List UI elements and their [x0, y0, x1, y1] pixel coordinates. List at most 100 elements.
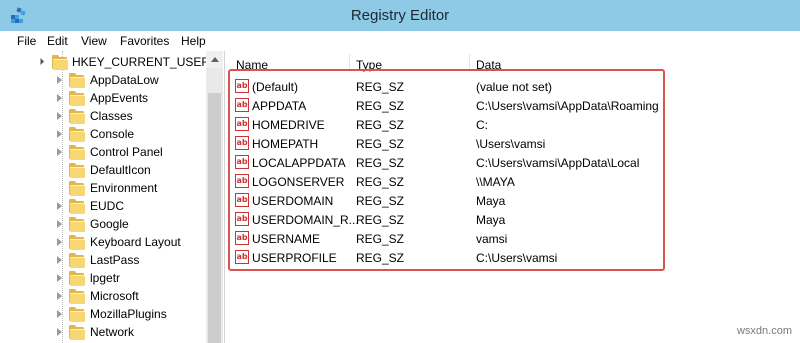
menu-help[interactable]: Help [181, 34, 206, 48]
column-divider[interactable] [469, 54, 470, 71]
tree-item[interactable]: Network [0, 323, 206, 341]
string-value-icon: ab [235, 79, 249, 93]
folder-icon [69, 217, 85, 232]
value-data-cell: (value not set) [476, 80, 553, 94]
registry-value-row[interactable]: ab USERPROFILE REG_SZ C:\Users\vamsi [233, 248, 673, 267]
folder-icon [69, 325, 85, 340]
folder-icon [69, 235, 85, 250]
registry-value-row[interactable]: ab LOGONSERVER REG_SZ \\MAYA [233, 172, 673, 191]
value-data-cell: Maya [476, 194, 506, 208]
folder-icon [69, 253, 85, 268]
tree-item[interactable]: DefaultIcon [0, 161, 206, 179]
value-data-cell: \\MAYA [476, 175, 515, 189]
collapse-arrow-icon[interactable] [36, 57, 45, 66]
expand-arrow-icon[interactable] [57, 94, 62, 102]
value-type-cell: REG_SZ [356, 175, 405, 189]
folder-icon [69, 307, 85, 322]
tree-item[interactable]: Console [0, 125, 206, 143]
tree-item-label: Keyboard Layout [90, 235, 181, 249]
value-name-cell: HOMEPATH [252, 137, 319, 151]
value-type-cell: REG_SZ [356, 232, 405, 246]
value-name-cell: USERNAME [252, 232, 321, 246]
expand-arrow-icon[interactable] [57, 220, 62, 228]
folder-open-icon [52, 55, 68, 70]
value-name-cell: HOMEDRIVE [252, 118, 325, 132]
registry-value-row[interactable]: ab USERDOMAIN_R... REG_SZ Maya [233, 210, 673, 229]
value-type-cell: REG_SZ [356, 80, 405, 94]
tree-item[interactable]: LastPass [0, 251, 206, 269]
expand-arrow-icon[interactable] [57, 310, 62, 318]
tree-item-label: Classes [90, 109, 133, 123]
registry-value-row[interactable]: ab USERDOMAIN REG_SZ Maya [233, 191, 673, 210]
expand-arrow-icon[interactable] [57, 130, 62, 138]
menu-view[interactable]: View [81, 34, 107, 48]
string-value-icon: ab [235, 231, 249, 245]
expand-arrow-icon[interactable] [57, 76, 62, 84]
tree-item[interactable]: AppDataLow [0, 71, 206, 89]
column-divider[interactable] [349, 54, 350, 71]
folder-icon [69, 199, 85, 214]
tree-item[interactable]: Google [0, 215, 206, 233]
expand-arrow-icon[interactable] [57, 238, 62, 246]
string-value-icon: ab [235, 98, 249, 112]
tree-item-label: MozillaPlugins [90, 307, 167, 321]
tree-item-label: AppEvents [90, 91, 149, 105]
tree-item[interactable]: lpgetr [0, 269, 206, 287]
value-type-cell: REG_SZ [356, 99, 405, 113]
tree-item[interactable]: Environment [0, 179, 206, 197]
value-type-cell: REG_SZ [356, 194, 405, 208]
string-value-icon: ab [235, 212, 249, 226]
expand-arrow-icon[interactable] [57, 256, 62, 264]
value-name-cell: USERDOMAIN_R... [252, 213, 359, 227]
value-data-cell: C:\Users\vamsi\AppData\Local [476, 156, 640, 170]
tree-item[interactable]: EUDC [0, 197, 206, 215]
registry-value-row[interactable]: ab APPDATA REG_SZ C:\Users\vamsi\AppData\Ro… [233, 96, 673, 115]
values-list[interactable]: Name Type Data ab (Default) REG_SZ (value n… [229, 51, 800, 343]
menu-file[interactable]: File [17, 34, 36, 48]
expand-arrow-icon[interactable] [57, 292, 62, 300]
tree-item[interactable]: Classes [0, 107, 206, 125]
string-value-icon: ab [235, 136, 249, 150]
tree-item-label: Microsoft [90, 289, 139, 303]
watermark: wsxdn.com [736, 325, 792, 337]
expand-arrow-icon[interactable] [57, 202, 62, 210]
expand-arrow-icon[interactable] [57, 112, 62, 120]
registry-value-row[interactable]: ab (Default) REG_SZ (value not set) [233, 77, 673, 96]
registry-value-row[interactable]: ab HOMEDRIVE REG_SZ C: [233, 115, 673, 134]
folder-icon [69, 109, 85, 124]
column-header-data[interactable]: Data [476, 58, 501, 72]
value-data-cell: \Users\vamsi [476, 137, 546, 151]
expand-arrow-icon[interactable] [57, 274, 62, 282]
string-value-icon: ab [235, 117, 249, 131]
column-header-name[interactable]: Name [236, 58, 268, 72]
menu-edit[interactable]: Edit [47, 34, 68, 48]
tree-root-label: HKEY_CURRENT_USER [72, 55, 211, 69]
value-name-cell: APPDATA [252, 99, 307, 113]
tree-item[interactable]: MozillaPlugins [0, 305, 206, 323]
tree-item[interactable]: Control Panel [0, 143, 206, 161]
expand-arrow-icon[interactable] [57, 328, 62, 336]
tree-item-hkey-current-user[interactable]: HKEY_CURRENT_USER [0, 53, 210, 71]
tree-item[interactable]: Keyboard Layout [0, 233, 206, 251]
tree-item-label: LastPass [90, 253, 140, 267]
folder-icon [69, 91, 85, 106]
menu-favorites[interactable]: Favorites [120, 34, 169, 48]
registry-value-row[interactable]: ab LOCALAPPDATA REG_SZ C:\Users\vamsi\AppDa… [233, 153, 673, 172]
folder-icon [69, 271, 85, 286]
registry-value-row[interactable]: ab HOMEPATH REG_SZ \Users\vamsi [233, 134, 673, 153]
tree-item[interactable]: Microsoft [0, 287, 206, 305]
value-data-cell: C: [476, 118, 488, 132]
registry-tree[interactable]: HKEY_CURRENT_USER AppDataLow AppEvents Cla… [0, 51, 224, 343]
column-header-type[interactable]: Type [356, 58, 382, 72]
value-name-cell: USERDOMAIN [252, 194, 334, 208]
value-name-cell: (Default) [252, 80, 299, 94]
folder-icon [69, 181, 85, 196]
tree-vertical-scrollbar[interactable] [206, 51, 223, 343]
tree-item[interactable]: AppEvents [0, 89, 206, 107]
value-type-cell: REG_SZ [356, 213, 405, 227]
value-type-cell: REG_SZ [356, 156, 405, 170]
scroll-up-arrow-icon[interactable] [206, 51, 223, 68]
scrollbar-thumb[interactable] [208, 93, 221, 343]
registry-value-row[interactable]: ab USERNAME REG_SZ vamsi [233, 229, 673, 248]
expand-arrow-icon[interactable] [57, 148, 62, 156]
